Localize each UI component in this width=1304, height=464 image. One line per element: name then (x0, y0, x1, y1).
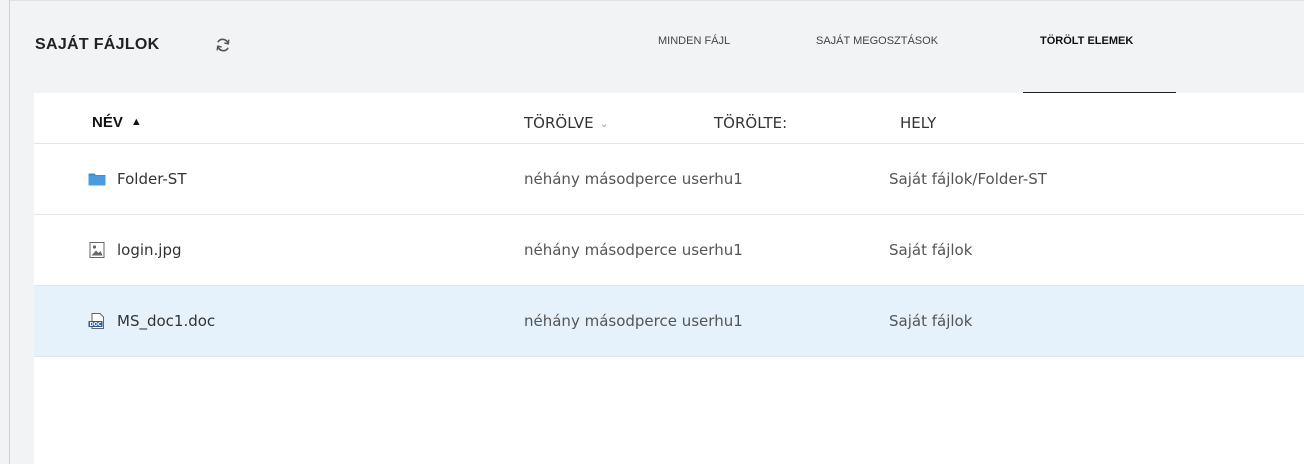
tab-my-shares[interactable]: SAJÁT MEGOSZTÁSOK (816, 35, 938, 47)
refresh-icon[interactable] (215, 37, 231, 53)
file-location: Saját fájlok/Folder-ST (889, 170, 1047, 188)
sort-ascending-icon: ▲ (130, 116, 142, 128)
svg-text:DOC: DOC (89, 322, 101, 328)
table-row[interactable]: Folder-ST néhány másodperce userhu1 Sajá… (34, 144, 1304, 215)
tab-deleted-items[interactable]: TÖRÖLT ELEMEK (1040, 35, 1133, 47)
column-header-deleted[interactable]: TÖRÖLVE ⌄ (524, 114, 609, 132)
folder-icon (88, 173, 106, 186)
file-location: Saját fájlok (889, 241, 973, 259)
page-title: SAJÁT FÁJLOK (35, 36, 160, 53)
chevron-down-icon: ⌄ (599, 117, 609, 130)
page-header: SAJÁT FÁJLOK MINDEN FÁJL SAJÁT MEGOSZTÁS… (10, 1, 1304, 93)
tab-all-files[interactable]: MINDEN FÁJL (658, 35, 730, 47)
file-name: MS_doc1.doc (117, 312, 216, 330)
column-header-deleted-label: TÖRÖLVE (524, 114, 594, 132)
table-row-selected[interactable]: DOC MS_doc1.doc néhány másodperce userhu… (34, 286, 1304, 357)
table-row[interactable]: login.jpg néhány másodperce userhu1 Sajá… (34, 215, 1304, 286)
column-header-location[interactable]: HELY (900, 114, 936, 132)
deleted-info: néhány másodperce userhu1 (524, 312, 743, 330)
deleted-items-table: NÉV ▲ TÖRÖLVE ⌄ TÖRÖLTE: HELY Folder-ST né… (34, 93, 1304, 464)
doc-file-icon: DOC (88, 313, 104, 329)
column-header-name[interactable]: NÉV ▲ (92, 114, 142, 131)
column-header-deleted-by[interactable]: TÖRÖLTE: (714, 114, 787, 132)
image-file-icon (89, 242, 105, 258)
file-name: login.jpg (117, 241, 182, 259)
deleted-info: néhány másodperce userhu1 (524, 170, 743, 188)
column-header-name-label: NÉV (92, 114, 123, 131)
file-location: Saját fájlok (889, 312, 973, 330)
deleted-info: néhány másodperce userhu1 (524, 241, 743, 259)
file-name: Folder-ST (117, 170, 187, 188)
